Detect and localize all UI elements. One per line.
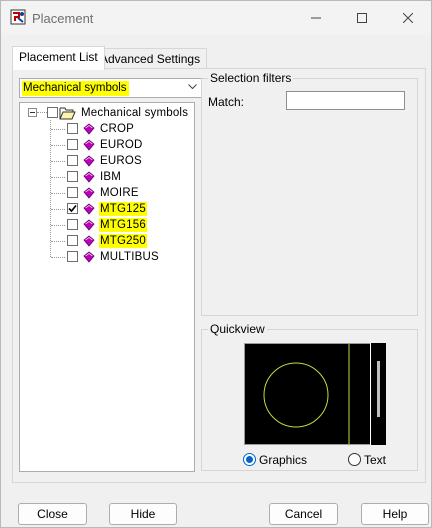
app-icon: [10, 9, 26, 25]
tree-item-checkbox[interactable]: [67, 203, 78, 214]
symbol-icon: [83, 171, 95, 183]
symbol-icon: [83, 203, 95, 215]
symbol-preview-graphic: [263, 344, 350, 446]
symbol-icon: [83, 155, 95, 167]
symbol-tree[interactable]: Mechanical symbols CROP EUROD EUROS IBM MOIR…: [19, 102, 195, 472]
placement-dialog: Placement Placement List Advanced Settin…: [0, 0, 432, 528]
tree-connector: [51, 257, 65, 258]
symbol-set-value: Mechanical symbols: [22, 81, 129, 96]
quickview-scrollbar-thumb[interactable]: [377, 361, 380, 417]
tree-item-label: MOIRE: [100, 187, 139, 199]
symbol-icon: [83, 219, 95, 231]
tree-item-checkbox[interactable]: [67, 251, 78, 262]
tree-item-checkbox[interactable]: [67, 155, 78, 166]
close-button[interactable]: Close: [18, 503, 87, 525]
tree-item-label: EUROD: [100, 139, 143, 151]
graphics-radio[interactable]: [243, 453, 256, 466]
symbol-set-combo[interactable]: Mechanical symbols: [19, 78, 202, 98]
maximize-icon: [357, 13, 367, 23]
tree-item[interactable]: CROP: [20, 121, 194, 137]
tree-connector: [51, 129, 65, 130]
tree-connector: [51, 225, 65, 226]
tree-item-label: IBM: [100, 171, 122, 183]
open-folder-icon: [59, 107, 76, 120]
tree-root-checkbox[interactable]: [47, 107, 58, 118]
tree-root[interactable]: Mechanical symbols: [20, 105, 194, 121]
match-label: Match:: [208, 95, 245, 109]
tree-item-checkbox[interactable]: [67, 139, 78, 150]
selection-filters-title: Selection filters: [208, 71, 294, 85]
tree-item[interactable]: MTG125: [20, 201, 194, 217]
symbol-icon: [83, 139, 95, 151]
window-title: Placement: [32, 11, 94, 26]
minimize-icon: [311, 17, 321, 19]
symbol-icon: [83, 235, 95, 247]
chevron-down-icon: [188, 84, 197, 90]
tree-connector: [51, 209, 65, 210]
tree-connector: [51, 177, 65, 178]
tree-connector: [51, 145, 65, 146]
tree-item-checkbox[interactable]: [67, 219, 78, 230]
match-input[interactable]: [286, 91, 405, 110]
tree-item-checkbox[interactable]: [67, 235, 78, 246]
tree-item[interactable]: EUROD: [20, 137, 194, 153]
text-radio[interactable]: [348, 453, 361, 466]
help-button[interactable]: Help: [361, 503, 429, 525]
tree-item-label: CROP: [100, 123, 135, 135]
graphics-radio-label: Graphics: [259, 453, 308, 467]
tree-item-label: MTG156: [99, 218, 147, 232]
tree-item[interactable]: MTG250: [20, 233, 194, 249]
tree-item[interactable]: IBM: [20, 169, 194, 185]
hide-button[interactable]: Hide: [109, 503, 177, 525]
tree-item-label: MTG125: [99, 202, 147, 216]
close-icon: [403, 13, 413, 23]
tree-connector: [51, 161, 65, 162]
collapse-toggle[interactable]: [28, 108, 37, 117]
tree-item-checkbox[interactable]: [67, 123, 78, 134]
maximize-button[interactable]: [339, 1, 385, 35]
tree-item-checkbox[interactable]: [67, 171, 78, 182]
title-bar: Placement: [1, 1, 431, 35]
symbol-icon: [83, 251, 95, 263]
cancel-button[interactable]: Cancel: [269, 503, 338, 525]
tree-connector: [51, 241, 65, 242]
symbol-icon: [83, 187, 95, 199]
symbol-icon: [83, 123, 95, 135]
tree-item[interactable]: MULTIBUS: [20, 249, 194, 265]
tab-placement-list[interactable]: Placement List: [12, 46, 105, 70]
tree-item[interactable]: MTG156: [20, 217, 194, 233]
tree-item[interactable]: MOIRE: [20, 185, 194, 201]
quickview-title: Quickview: [208, 322, 267, 336]
tree-item-label: MTG250: [99, 234, 147, 248]
tree-item-label: EUROS: [100, 155, 142, 167]
tree-item-label: MULTIBUS: [100, 251, 159, 263]
tab-advanced-settings[interactable]: Advanced Settings: [93, 48, 208, 68]
check-icon: [68, 204, 77, 213]
quickview-scroll-area[interactable]: [370, 343, 386, 445]
minimize-button[interactable]: [293, 1, 339, 35]
tree-root-label: Mechanical symbols: [81, 107, 189, 119]
close-window-button[interactable]: [385, 1, 431, 35]
tree-connector: [51, 193, 65, 194]
text-radio-label: Text: [364, 453, 387, 467]
quickview-preview: [244, 343, 386, 446]
tree-item[interactable]: EUROS: [20, 153, 194, 169]
tree-item-checkbox[interactable]: [67, 187, 78, 198]
selection-filters-group: [201, 78, 418, 316]
